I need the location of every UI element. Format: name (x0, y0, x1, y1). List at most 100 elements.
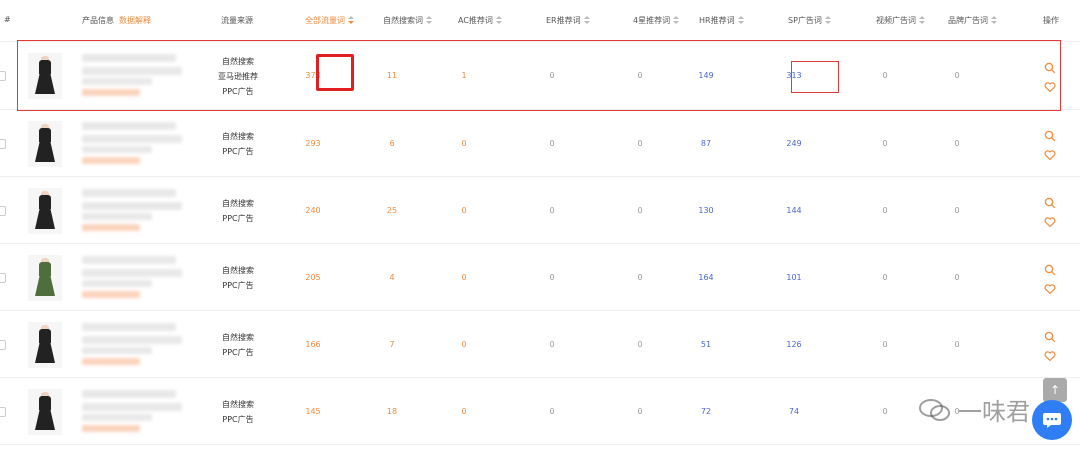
cell-brand: 0 (954, 206, 960, 215)
search-icon[interactable] (1044, 130, 1056, 142)
heart-icon[interactable] (1044, 216, 1056, 228)
search-icon[interactable] (1044, 197, 1056, 209)
row-checkbox[interactable] (0, 407, 6, 417)
sort-icon[interactable] (991, 16, 997, 25)
table-row[interactable]: 自然搜索 PPC广告 166 7 0 0 0 51 126 0 0 (0, 311, 1080, 378)
col-product-info: 产品信息 数据解释 (82, 15, 151, 26)
col-natural[interactable]: 自然搜索词 (383, 15, 432, 26)
heart-icon[interactable] (1044, 283, 1056, 295)
row-actions (1044, 62, 1060, 100)
search-icon[interactable] (1044, 331, 1056, 343)
traffic-source-item: 自然搜索 (222, 400, 254, 409)
cell-ac[interactable]: 0 (444, 206, 484, 215)
dress-image (35, 258, 55, 298)
data-explain-link[interactable]: 数据解释 (119, 15, 151, 26)
table-row[interactable]: 自然搜索 PPC广告 205 4 0 0 0 164 101 0 0 (0, 244, 1080, 311)
sort-icon[interactable] (426, 16, 432, 25)
cell-natural[interactable]: 11 (372, 71, 412, 80)
product-thumbnail[interactable] (28, 322, 62, 368)
cell-sp[interactable]: 101 (774, 273, 814, 282)
row-checkbox[interactable] (0, 139, 6, 149)
cell-all[interactable]: 240 (293, 206, 333, 215)
sort-icon[interactable] (824, 16, 831, 25)
cell-natural[interactable]: 25 (372, 206, 412, 215)
blurred-title-line (82, 323, 176, 331)
sort-icon[interactable] (919, 16, 925, 25)
row-checkbox[interactable] (0, 273, 6, 283)
cell-natural[interactable]: 18 (372, 407, 412, 416)
cell-all[interactable]: 378 (293, 71, 333, 80)
col-all-traffic[interactable]: 全部流量词 (305, 15, 354, 26)
traffic-source-item: PPC广告 (222, 147, 254, 156)
search-icon[interactable] (1044, 264, 1056, 276)
blurred-tag (82, 358, 140, 365)
traffic-source-item: 自然搜索 (222, 333, 254, 342)
cell-all[interactable]: 166 (293, 340, 333, 349)
cell-all[interactable]: 293 (293, 139, 333, 148)
col-four-star[interactable]: 4星推荐词 (633, 15, 680, 26)
cell-ac[interactable]: 0 (444, 407, 484, 416)
cell-ac[interactable]: 0 (444, 340, 484, 349)
col-brand-ad[interactable]: 品牌广告词 (948, 15, 997, 26)
chat-button[interactable] (1032, 400, 1072, 440)
table-row[interactable]: 自然搜索 PPC广告 293 6 0 0 0 87 249 0 0 (0, 110, 1080, 177)
dress-image (35, 124, 55, 164)
heart-icon[interactable] (1044, 350, 1056, 362)
cell-sp[interactable]: 74 (774, 407, 814, 416)
col-sp[interactable]: SP广告词 (788, 15, 831, 26)
cell-hr[interactable]: 51 (686, 340, 726, 349)
cell-hr[interactable]: 72 (686, 407, 726, 416)
cell-natural[interactable]: 7 (372, 340, 412, 349)
table-header: # 产品信息 数据解释 流量来源 全部流量词 自然搜索词 AC推荐词 ER推荐词… (0, 0, 1080, 42)
col-ac[interactable]: AC推荐词 (458, 15, 502, 26)
cell-all[interactable]: 145 (293, 407, 333, 416)
heart-icon[interactable] (1044, 149, 1056, 161)
cell-four-star: 0 (637, 206, 643, 215)
cell-er: 0 (549, 139, 555, 148)
product-thumbnail[interactable] (28, 389, 62, 435)
cell-hr[interactable]: 130 (686, 206, 726, 215)
traffic-sources: 自然搜索 PPC广告 (205, 129, 271, 159)
cell-sp[interactable]: 126 (774, 340, 814, 349)
cell-er: 0 (549, 206, 555, 215)
cell-hr[interactable]: 164 (686, 273, 726, 282)
cell-ac[interactable]: 0 (444, 139, 484, 148)
cell-er: 0 (549, 407, 555, 416)
scroll-to-top-button[interactable]: ↑ (1043, 378, 1067, 402)
traffic-source-item: PPC广告 (222, 214, 254, 223)
row-checkbox[interactable] (0, 340, 6, 350)
traffic-sources: 自然搜索 PPC广告 (205, 196, 271, 226)
cell-all[interactable]: 205 (293, 273, 333, 282)
product-thumbnail[interactable] (28, 255, 62, 301)
table-row[interactable]: 自然搜索 亚马逊推荐 PPC广告 378 11 1 0 0 149 313 0 0 (0, 41, 1080, 110)
cell-sp[interactable]: 249 (774, 139, 814, 148)
row-checkbox[interactable] (0, 206, 6, 216)
cell-hr[interactable]: 87 (686, 139, 726, 148)
cell-ac[interactable]: 1 (444, 71, 484, 80)
table-row[interactable]: 自然搜索 PPC广告 240 25 0 0 0 130 144 0 0 (0, 177, 1080, 244)
product-thumbnail[interactable] (28, 188, 62, 234)
sort-icon[interactable] (673, 16, 680, 25)
product-thumbnail[interactable] (28, 53, 62, 99)
heart-icon[interactable] (1044, 81, 1056, 93)
sort-icon[interactable] (348, 16, 354, 25)
sort-icon[interactable] (737, 16, 744, 25)
product-thumbnail[interactable] (28, 121, 62, 167)
cell-natural[interactable]: 4 (372, 273, 412, 282)
cell-sp[interactable]: 313 (774, 71, 814, 80)
blurred-title-line (82, 67, 182, 75)
blurred-title-line (82, 189, 176, 197)
cell-sp[interactable]: 144 (774, 206, 814, 215)
cell-hr[interactable]: 149 (686, 71, 726, 80)
col-er[interactable]: ER推荐词 (546, 15, 590, 26)
col-video-ad[interactable]: 视频广告词 (876, 15, 925, 26)
cell-natural[interactable]: 6 (372, 139, 412, 148)
cell-video: 0 (882, 273, 888, 282)
row-checkbox[interactable] (0, 71, 6, 81)
cell-brand: 0 (954, 139, 960, 148)
col-hr[interactable]: HR推荐词 (699, 15, 744, 26)
cell-ac[interactable]: 0 (444, 273, 484, 282)
sort-icon[interactable] (583, 16, 590, 25)
sort-icon[interactable] (495, 16, 502, 25)
search-icon[interactable] (1044, 62, 1056, 74)
